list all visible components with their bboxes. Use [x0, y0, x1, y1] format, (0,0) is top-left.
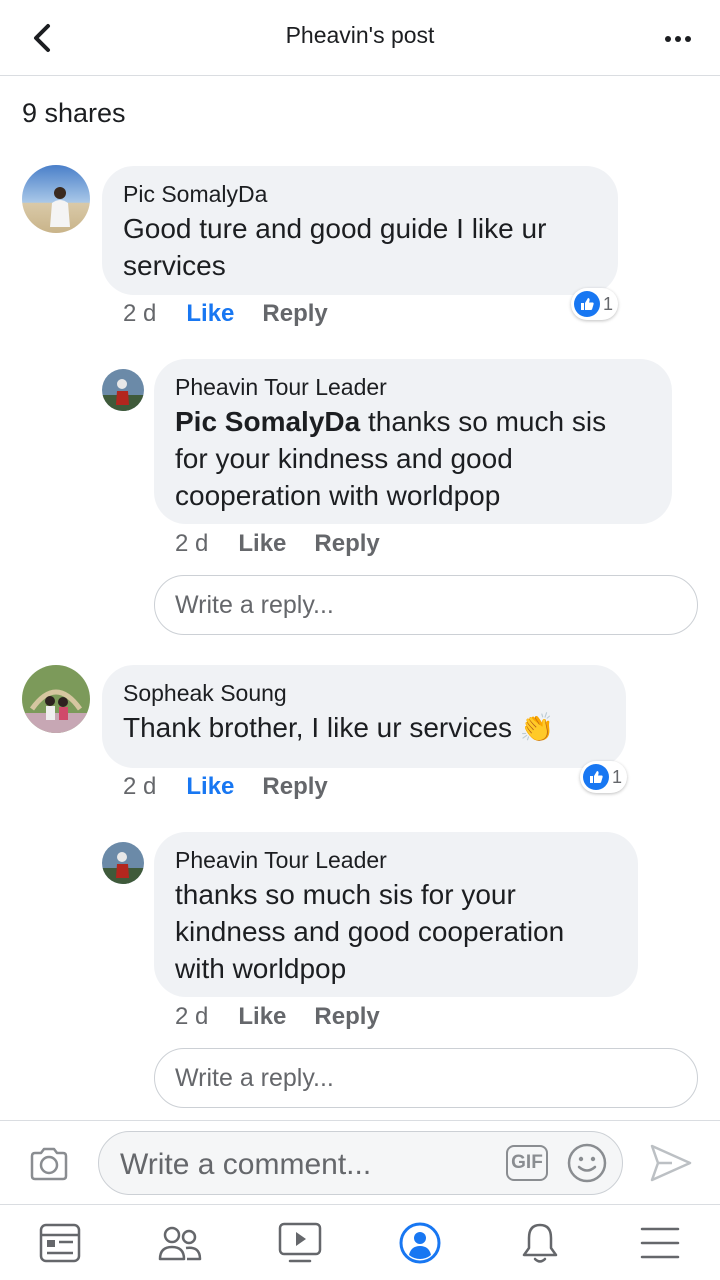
comment-text: Thank brother, I like ur services 👏	[123, 712, 555, 743]
news-feed-icon	[39, 1223, 81, 1263]
like-button[interactable]: Like	[186, 300, 234, 328]
reply-button[interactable]: Reply	[262, 300, 327, 328]
watch-icon	[278, 1222, 322, 1263]
notifications-icon	[522, 1223, 558, 1263]
comment-bubble[interactable]: Sopheak Soung Thank brother, I like ur s…	[102, 665, 626, 768]
like-button[interactable]: Like	[238, 530, 286, 558]
write-reply-input[interactable]: Write a reply...	[154, 1048, 698, 1108]
menu-icon	[640, 1227, 680, 1259]
reply-button[interactable]: Reply	[314, 1003, 379, 1031]
reply-button[interactable]: Reply	[262, 773, 327, 801]
avatar[interactable]	[22, 665, 90, 733]
nav-news-feed[interactable]	[36, 1219, 84, 1267]
reply-actions: 2 d Like Reply	[175, 530, 380, 558]
reply-timestamp: 2 d	[175, 1003, 209, 1030]
reaction-count: 1	[612, 766, 623, 787]
comment-placeholder: Write a comment...	[120, 1148, 372, 1181]
comment-timestamp: 2 d	[123, 300, 157, 327]
like-button[interactable]: Like	[186, 773, 234, 801]
send-button[interactable]	[648, 1141, 694, 1185]
emoji-button[interactable]	[566, 1142, 608, 1184]
avatar[interactable]	[102, 842, 144, 884]
nav-notifications[interactable]	[516, 1219, 564, 1267]
reply-author[interactable]: Pheavin Tour Leader	[175, 846, 618, 874]
comment-author[interactable]: Sopheak Soung	[123, 679, 606, 707]
reply-bubble[interactable]: Pheavin Tour Leader thanks so much sis f…	[154, 832, 638, 997]
comment-timestamp: 2 d	[123, 773, 157, 800]
reply-actions: 2 d Like Reply	[175, 1003, 380, 1031]
write-reply-input[interactable]: Write a reply...	[154, 575, 698, 635]
mention-tag[interactable]: Pic SomalyDa	[175, 406, 360, 437]
comment-author[interactable]: Pic SomalyDa	[123, 180, 598, 208]
more-horizontal-icon	[665, 36, 671, 42]
reply-timestamp: 2 d	[175, 530, 209, 557]
reply-author[interactable]: Pheavin Tour Leader	[175, 373, 652, 401]
reply-text: Pic SomalyDa thanks so much sis for your…	[175, 406, 607, 511]
comment-text: Good ture and good guide I like ur servi…	[123, 213, 547, 281]
nav-profile[interactable]	[396, 1219, 444, 1267]
shares-count[interactable]: 9 shares	[22, 98, 126, 129]
comment-actions: 2 d Like Reply	[123, 773, 328, 801]
profile-icon	[399, 1222, 441, 1264]
reply-button[interactable]: Reply	[314, 530, 379, 558]
nav-menu[interactable]	[636, 1219, 684, 1267]
reply-text: thanks so much sis for your kindness and…	[175, 879, 565, 984]
like-reaction-icon	[583, 764, 609, 790]
nav-friends[interactable]	[156, 1219, 204, 1267]
gif-button[interactable]: GIF	[506, 1145, 548, 1181]
reaction-count: 1	[603, 293, 614, 314]
clapping-hands-emoji: 👏	[519, 712, 555, 743]
bottom-navigation	[0, 1204, 720, 1280]
page-title: Pheavin's post	[285, 22, 435, 48]
avatar[interactable]	[22, 165, 90, 233]
reaction-count-badge[interactable]: 1	[571, 288, 619, 320]
more-options-button[interactable]	[658, 26, 698, 52]
avatar[interactable]	[102, 369, 144, 411]
like-reaction-icon	[574, 291, 600, 317]
comment-bubble[interactable]: Pic SomalyDa Good ture and good guide I …	[102, 166, 618, 295]
nav-watch[interactable]	[276, 1219, 324, 1267]
top-bar: Pheavin's post	[0, 0, 720, 76]
reaction-count-badge[interactable]: 1	[580, 761, 628, 793]
camera-icon	[30, 1147, 68, 1181]
like-button[interactable]: Like	[238, 1003, 286, 1031]
friends-icon	[158, 1226, 202, 1261]
smiley-icon	[567, 1143, 607, 1183]
camera-button[interactable]	[28, 1143, 70, 1185]
reply-bubble[interactable]: Pheavin Tour Leader Pic SomalyDa thanks …	[154, 359, 672, 524]
comment-input[interactable]: Write a comment... GIF	[98, 1131, 623, 1195]
send-icon	[650, 1144, 692, 1182]
comment-composer: Write a comment... GIF	[0, 1120, 720, 1204]
comment-actions: 2 d Like Reply	[123, 300, 328, 328]
